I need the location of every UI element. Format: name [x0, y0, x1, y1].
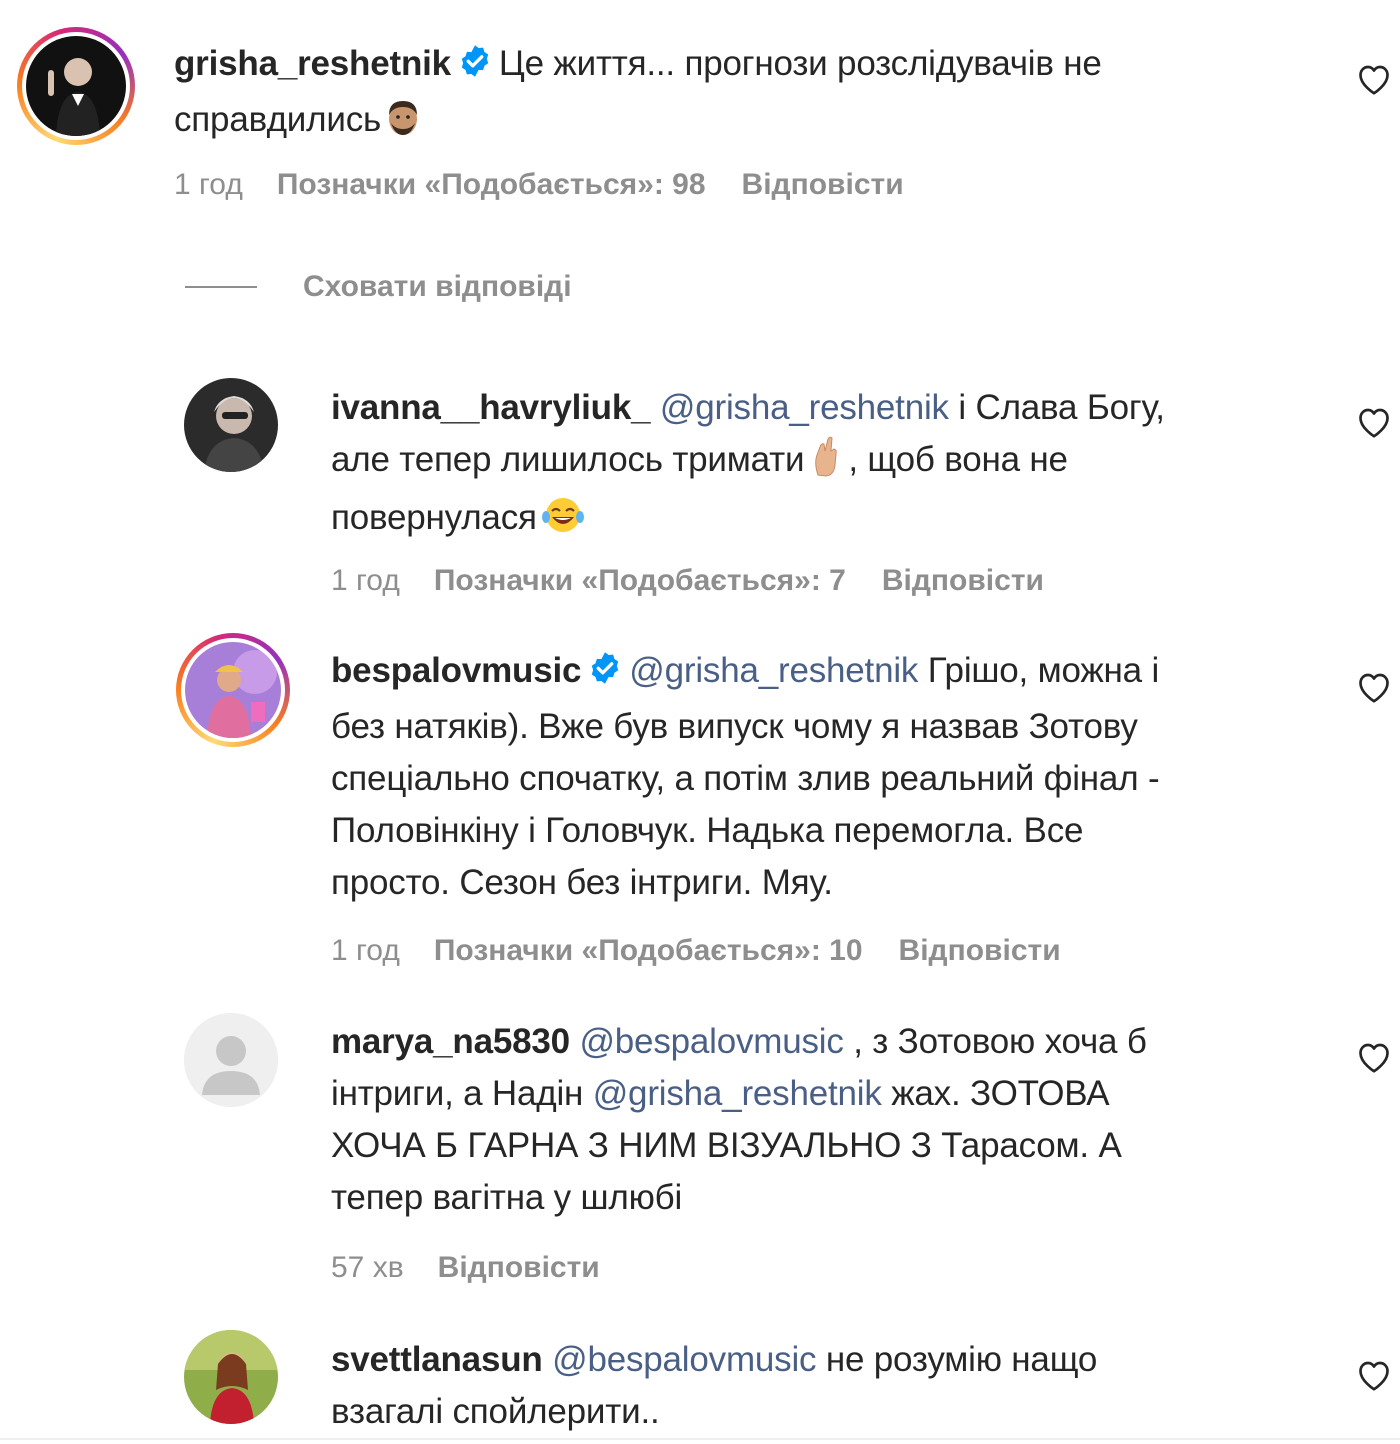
comment-username[interactable]: svettlanasun	[331, 1340, 543, 1379]
comment-likes[interactable]: Позначки «Подобається»: 98	[277, 168, 706, 201]
avatar[interactable]	[184, 1013, 278, 1107]
mention-link[interactable]: @grisha_reshetnik	[629, 651, 918, 690]
avatar[interactable]	[184, 378, 278, 472]
comment-likes[interactable]: Позначки «Подобається»: 10	[434, 934, 863, 967]
avatar[interactable]	[184, 1330, 278, 1424]
comment-text: bespalovmusic @grisha_reshetnik Грішо, мо…	[331, 649, 1160, 902]
divider-line	[185, 286, 257, 288]
like-heart-icon[interactable]	[1356, 1040, 1392, 1079]
comment-meta: 1 год Позначки «Подобається»: 10 Відповіст…	[331, 934, 1061, 968]
comment-text: svettlanasun @bespalovmusic не розумію н…	[331, 1340, 1098, 1431]
mention-link[interactable]: @grisha_reshetnik	[660, 388, 949, 427]
comment-meta: 1 год Позначки «Подобається»: 7 Відповісти	[331, 564, 1044, 598]
mention-link[interactable]: @bespalovmusic	[579, 1022, 843, 1061]
comment-text: grisha_reshetnik Це життя... прогнози роз…	[174, 38, 1294, 152]
like-heart-icon[interactable]	[1356, 670, 1392, 709]
like-heart-icon[interactable]	[1356, 1358, 1392, 1397]
hide-replies-label[interactable]: Сховати відповіді	[303, 270, 572, 304]
verified-badge-icon	[587, 649, 623, 701]
reply-button[interactable]: Відповісти	[438, 1251, 600, 1284]
avatar	[185, 642, 281, 738]
reply-button[interactable]: Відповісти	[742, 168, 904, 201]
comment-time: 1 год	[174, 168, 243, 201]
divider	[0, 1438, 1400, 1440]
like-heart-icon[interactable]	[1356, 405, 1392, 444]
comment-text: ivanna__havryliuk_ @grisha_reshetnik і С…	[331, 382, 1331, 550]
mention-link[interactable]: @grisha_reshetnik	[593, 1074, 882, 1113]
hide-replies-toggle[interactable]: Сховати відповіді	[185, 270, 572, 304]
comment-time: 57 хв	[331, 1251, 404, 1284]
comment-meta: 57 хв Відповісти	[331, 1251, 600, 1285]
comment-username[interactable]: bespalovmusic	[331, 651, 581, 690]
reply-button[interactable]: Відповісти	[882, 564, 1044, 597]
like-heart-icon[interactable]	[1356, 62, 1392, 101]
man-face-emoji-icon	[385, 99, 421, 152]
comment-text: marya_na5830 @bespalovmusic , з Зотовою …	[331, 1022, 1147, 1217]
mention-link[interactable]: @bespalovmusic	[552, 1340, 816, 1379]
avatar-story-ring[interactable]	[176, 633, 290, 747]
comment-meta: 1 год Позначки «Подобається»: 98 Відповіст…	[174, 168, 904, 202]
crossed-fingers-emoji-icon	[808, 435, 844, 492]
verified-badge-icon	[457, 42, 493, 94]
comment-username[interactable]: grisha_reshetnik	[174, 44, 451, 83]
comment-username[interactable]: marya_na5830	[331, 1022, 570, 1061]
comment-likes[interactable]: Позначки «Подобається»: 7	[434, 564, 846, 597]
comment-username[interactable]: ivanna__havryliuk_	[331, 388, 651, 427]
avatar-story-ring[interactable]	[17, 27, 135, 145]
comment-time: 1 год	[331, 934, 400, 967]
avatar	[26, 36, 126, 136]
laughing-tears-emoji-icon	[541, 495, 585, 550]
comment-time: 1 год	[331, 564, 400, 597]
reply-button[interactable]: Відповісти	[899, 934, 1061, 967]
